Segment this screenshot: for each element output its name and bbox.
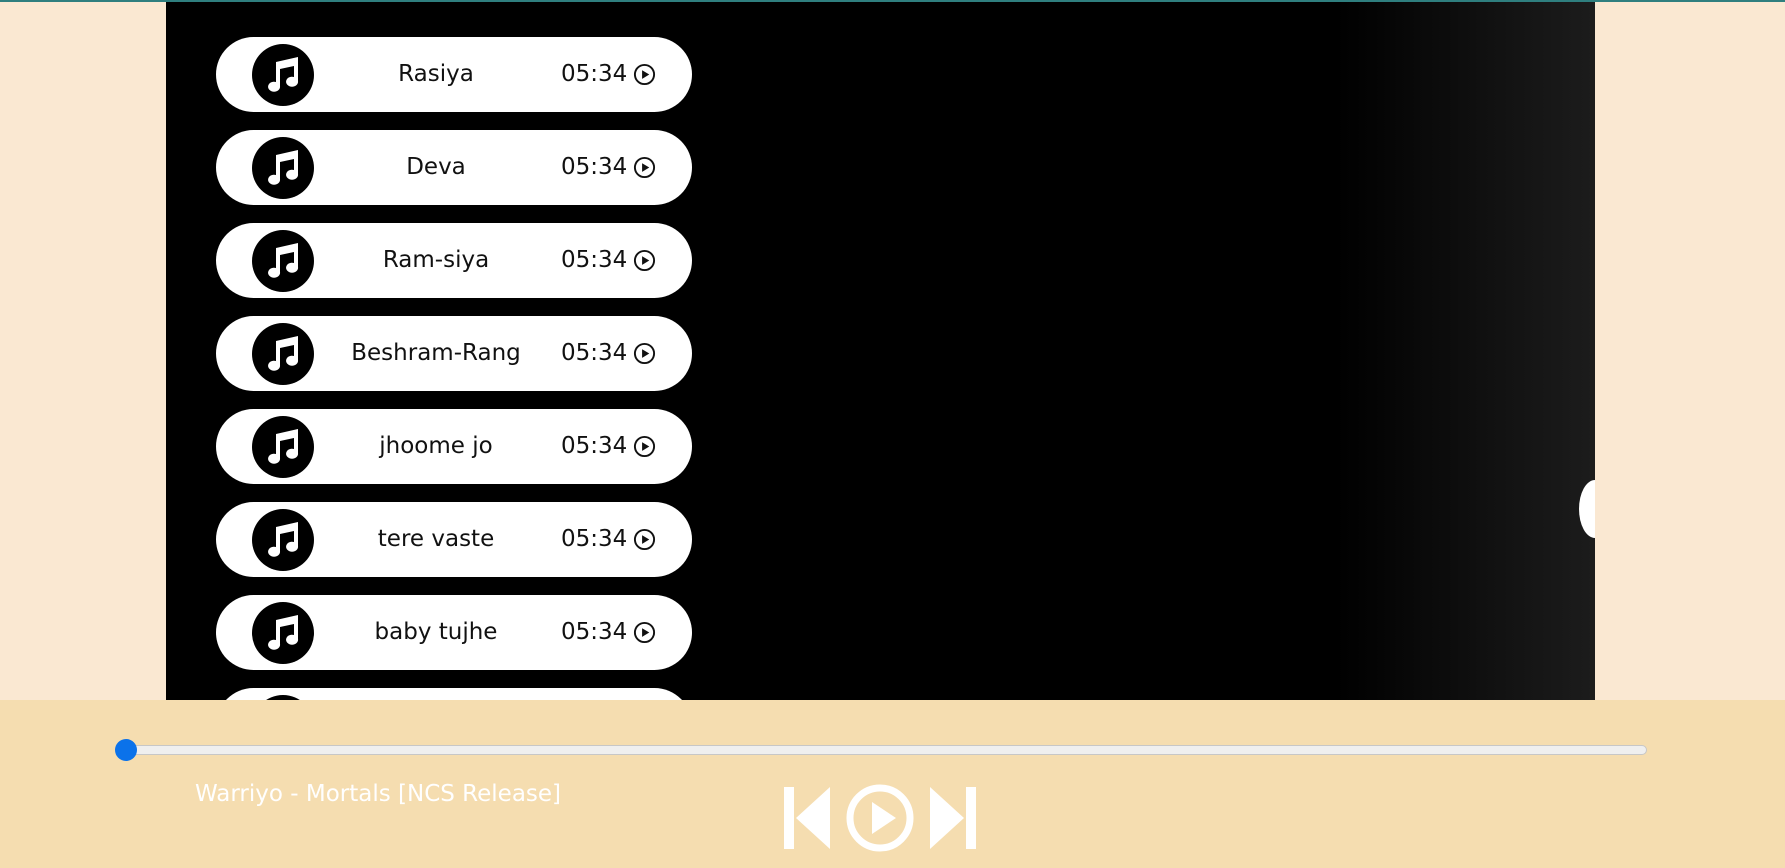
music-note-icon <box>252 44 314 106</box>
background-artwork <box>1335 2 1595 700</box>
play-circle-icon[interactable] <box>844 783 916 853</box>
song-title: Ram-siya <box>382 247 490 273</box>
skip-next-icon[interactable] <box>928 783 978 853</box>
song-item-partial[interactable] <box>216 688 692 700</box>
music-note-icon <box>252 509 314 571</box>
progress-slider-thumb[interactable] <box>115 739 137 761</box>
song-duration: 05:34 <box>561 61 628 87</box>
song-item-baby-tujhe[interactable]: baby tujhe 05:34 <box>216 595 692 670</box>
song-duration: 05:34 <box>561 526 628 552</box>
player-bar: Warriyo - Mortals [NCS Release] <box>0 700 1785 868</box>
music-note-icon <box>252 230 314 292</box>
song-title: Deva <box>406 154 466 180</box>
song-title: Rasiya <box>398 61 474 87</box>
play-circle-icon[interactable] <box>633 528 656 551</box>
song-title: tere vaste <box>377 526 495 552</box>
song-duration: 05:34 <box>561 433 628 459</box>
music-note-icon <box>252 416 314 478</box>
playlist: Rasiya 05:34 Deva 05:34 Ram-siya 05:34 B… <box>216 37 692 700</box>
play-circle-icon[interactable] <box>633 156 656 179</box>
song-title: jhoome jo <box>379 433 493 459</box>
progress-slider[interactable] <box>115 739 1647 761</box>
song-duration: 05:34 <box>561 247 628 273</box>
play-circle-icon[interactable] <box>633 435 656 458</box>
play-circle-icon[interactable] <box>633 621 656 644</box>
song-item-ram-siya[interactable]: Ram-siya 05:34 <box>216 223 692 298</box>
song-list-container: Rasiya 05:34 Deva 05:34 Ram-siya 05:34 B… <box>166 2 1595 700</box>
song-item-rasiya[interactable]: Rasiya 05:34 <box>216 37 692 112</box>
music-note-icon <box>252 323 314 385</box>
song-title: Beshram-Rang <box>351 340 521 366</box>
play-circle-icon[interactable] <box>633 249 656 272</box>
music-note-icon <box>252 602 314 664</box>
song-item-tere-vaste[interactable]: tere vaste 05:34 <box>216 502 692 577</box>
song-item-deva[interactable]: Deva 05:34 <box>216 130 692 205</box>
song-item-jhoome-jo[interactable]: jhoome jo 05:34 <box>216 409 692 484</box>
song-item-beshram-rang[interactable]: Beshram-Rang 05:34 <box>216 316 692 391</box>
song-title: baby tujhe <box>374 619 498 645</box>
now-playing-title: Warriyo - Mortals [NCS Release] <box>195 781 562 807</box>
playback-controls <box>782 783 978 853</box>
play-circle-icon[interactable] <box>633 63 656 86</box>
song-duration: 05:34 <box>561 619 628 645</box>
song-duration: 05:34 <box>561 154 628 180</box>
skip-previous-icon[interactable] <box>782 783 832 853</box>
music-note-icon <box>252 137 314 199</box>
play-circle-icon[interactable] <box>633 342 656 365</box>
song-duration: 05:34 <box>561 340 628 366</box>
